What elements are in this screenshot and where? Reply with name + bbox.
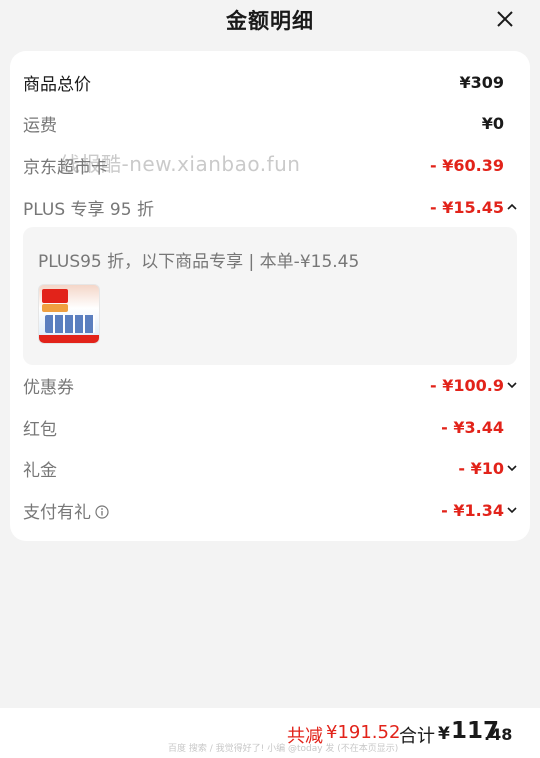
row-label: 京东超市卡 [23, 157, 108, 178]
row-coupon[interactable]: 优惠券 - ¥100.9 [10, 365, 530, 405]
total-decimal: .48 [484, 725, 513, 744]
bottom-summary-bar: 共减 ¥191.52 合计 ¥ 117 .48 百度 搜索 / 我觉得好了! 小… [0, 708, 540, 758]
amount-detail-card: 商品总价 ¥309 线报酷-new.xianbao.fun 运费 ¥0 京东超市… [10, 51, 530, 541]
row-value: ¥0 [481, 113, 504, 133]
chevron-down-icon[interactable] [505, 461, 519, 475]
row-value: - ¥10 [458, 458, 504, 478]
row-label: 优惠券 [23, 377, 74, 398]
row-value: - ¥60.39 [430, 155, 504, 175]
total-currency: ¥ [438, 724, 450, 744]
chevron-down-icon[interactable] [505, 503, 519, 517]
chevron-down-icon[interactable] [505, 378, 519, 392]
row-plus-discount[interactable]: PLUS 专享 95 折 - ¥15.45 [10, 187, 530, 227]
row-label: 运费 [23, 115, 57, 136]
row-label: 支付有礼 [23, 502, 91, 523]
header: 金额明细 [0, 0, 540, 40]
close-icon[interactable] [492, 6, 518, 32]
row-gift-money[interactable]: 礼金 - ¥10 [10, 448, 530, 488]
page-title: 金额明细 [226, 9, 314, 33]
chevron-up-icon[interactable] [505, 200, 519, 214]
row-supermarket-card: 京东超市卡 - ¥60.39 [10, 145, 530, 185]
row-value: - ¥3.44 [441, 417, 504, 437]
row-payment-gift[interactable]: 支付有礼 - ¥1.34 [10, 490, 530, 530]
row-label: 商品总价 [23, 74, 91, 95]
total-label: 合计 [399, 726, 435, 747]
footnote-overlay: 百度 搜索 / 我觉得好了! 小编 @today 发 (不在本页显示) [168, 744, 399, 754]
saved-value: ¥191.52 [326, 722, 401, 743]
row-value: - ¥100.9 [430, 375, 504, 395]
row-red-packet: 红包 - ¥3.44 [10, 407, 530, 447]
row-label: 礼金 [23, 460, 57, 481]
row-total-price: 商品总价 ¥309 [10, 62, 530, 102]
info-icon[interactable] [95, 504, 109, 519]
row-shipping: 运费 ¥0 [10, 103, 530, 143]
row-value: ¥309 [459, 72, 504, 92]
plus-detail-note: PLUS95 折，以下商品专享 | 本单-¥15.45 [38, 252, 360, 272]
row-label: 红包 [23, 419, 57, 440]
row-label-wrap: 支付有礼 [23, 498, 109, 523]
product-thumbnail[interactable] [38, 284, 100, 344]
row-value: - ¥15.45 [430, 197, 504, 217]
row-value: - ¥1.34 [441, 500, 504, 520]
row-label: PLUS 专享 95 折 [23, 199, 154, 220]
plus-detail-panel: PLUS95 折，以下商品专享 | 本单-¥15.45 [23, 227, 517, 365]
